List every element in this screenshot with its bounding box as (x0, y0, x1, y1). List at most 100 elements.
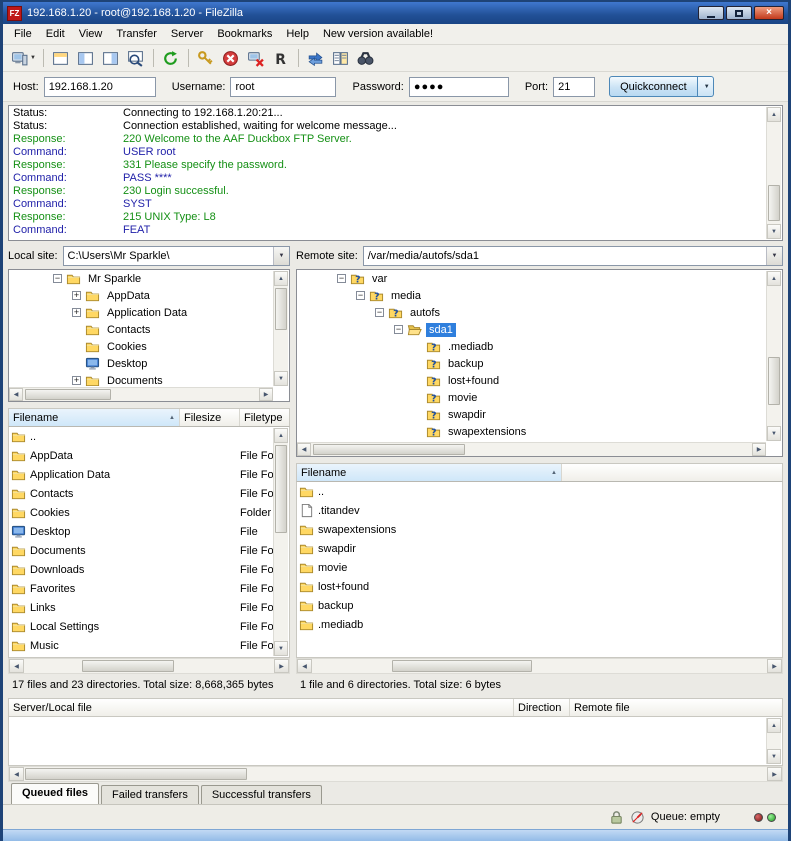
file-row[interactable]: .. (9, 427, 273, 446)
find-files-button[interactable] (354, 47, 378, 69)
quickconnect-button[interactable]: Quickconnect (609, 76, 698, 97)
scroll-left-button[interactable]: ◀ (297, 443, 311, 456)
scroll-thumb[interactable] (768, 357, 780, 405)
tree-item[interactable]: Cookies (9, 338, 273, 355)
column-header-direction[interactable]: Direction (514, 699, 570, 716)
port-input[interactable] (553, 77, 595, 97)
scroll-up-button[interactable]: ▲ (767, 107, 781, 122)
column-header-remote-file[interactable]: Remote file (570, 699, 782, 716)
file-row[interactable]: backup (297, 596, 782, 615)
scroll-left-button[interactable]: ◀ (9, 388, 23, 401)
file-row[interactable]: Application DataFile Folder (9, 465, 273, 484)
column-header-filename[interactable]: Filename▲ (9, 409, 180, 426)
site-manager-button[interactable]: ▼ (9, 47, 38, 69)
scroll-down-button[interactable]: ▼ (274, 371, 288, 386)
column-header-filetype[interactable]: Filetype (240, 409, 289, 426)
encryption-status-icon[interactable] (609, 810, 624, 825)
column-header-filesize[interactable]: Filesize (180, 409, 240, 426)
tab-queued-files[interactable]: Queued files (11, 783, 99, 804)
scroll-down-button[interactable]: ▼ (767, 749, 781, 764)
scroll-right-button[interactable]: ▶ (752, 443, 766, 456)
scroll-thumb[interactable] (275, 288, 287, 330)
cancel-button[interactable] (219, 47, 243, 69)
menu-transfer[interactable]: Transfer (109, 25, 164, 43)
process-queue-button[interactable] (194, 47, 218, 69)
file-row[interactable]: movie (297, 558, 782, 577)
expander-icon[interactable] (72, 291, 81, 300)
column-header-filename[interactable]: Filename▲ (297, 464, 562, 481)
tree-item[interactable]: media (297, 287, 766, 304)
menu-edit[interactable]: Edit (39, 25, 72, 43)
local-site-combobox[interactable]: C:\Users\Mr Sparkle\ ▼ (63, 246, 290, 266)
menu-file[interactable]: File (7, 25, 39, 43)
titlebar[interactable]: FZ 192.168.1.20 - root@192.168.1.20 - Fi… (3, 2, 788, 24)
file-row[interactable]: swapdir (297, 539, 782, 558)
refresh-button[interactable] (159, 47, 183, 69)
scroll-up-button[interactable]: ▲ (767, 271, 781, 286)
scroll-left-button[interactable]: ◀ (9, 767, 24, 781)
close-button[interactable]: × (754, 6, 784, 20)
scroll-down-button[interactable]: ▼ (274, 641, 288, 656)
expander-icon[interactable] (375, 308, 384, 317)
scroll-left-button[interactable]: ◀ (9, 659, 24, 673)
tree-item[interactable]: Documents (9, 372, 273, 386)
expander-icon[interactable] (337, 274, 346, 283)
username-input[interactable] (230, 77, 336, 97)
scroll-thumb[interactable] (25, 768, 247, 780)
speed-limits-icon[interactable] (630, 810, 645, 825)
tree-item[interactable]: swapextensions (297, 423, 766, 440)
tree-item[interactable]: movie (297, 389, 766, 406)
scroll-right-button[interactable]: ▶ (274, 659, 289, 673)
scroll-thumb[interactable] (768, 185, 780, 221)
file-row[interactable]: .. (297, 482, 782, 501)
menu-help[interactable]: Help (279, 25, 316, 43)
toggle-local-tree-button[interactable] (74, 47, 98, 69)
minimize-button[interactable] (698, 6, 724, 20)
file-row[interactable]: .mediadb (297, 615, 782, 634)
tree-item[interactable]: backup (297, 355, 766, 372)
tree-item[interactable]: Desktop (9, 355, 273, 372)
synchronized-browsing-button[interactable] (304, 47, 328, 69)
remote-site-combobox[interactable]: /var/media/autofs/sda1 ▼ (363, 246, 783, 266)
file-row[interactable]: CookiesFolder (9, 503, 273, 522)
file-row[interactable]: ContactsFile Folder (9, 484, 273, 503)
password-input[interactable] (409, 77, 509, 97)
file-row[interactable]: LinksFile Folder (9, 598, 273, 617)
scroll-thumb[interactable] (392, 660, 532, 672)
scroll-up-button[interactable]: ▲ (767, 718, 781, 733)
toggle-transfer-queue-button[interactable] (124, 47, 148, 69)
tree-item[interactable]: Mr Sparkle (9, 270, 273, 287)
toggle-remote-tree-button[interactable] (99, 47, 123, 69)
tree-item[interactable]: var (297, 270, 766, 287)
scroll-up-button[interactable]: ▲ (274, 428, 288, 443)
file-row[interactable]: DownloadsFile Folder (9, 560, 273, 579)
tree-item[interactable]: autofs (297, 304, 766, 321)
scroll-thumb[interactable] (25, 389, 111, 400)
tree-item[interactable]: lost+found (297, 372, 766, 389)
scroll-down-button[interactable]: ▼ (767, 426, 781, 441)
file-row[interactable]: DesktopFile (9, 522, 273, 541)
scroll-left-button[interactable]: ◀ (297, 659, 312, 673)
maximize-button[interactable] (726, 6, 752, 20)
menu-bookmarks[interactable]: Bookmarks (210, 25, 279, 43)
expander-icon[interactable] (72, 308, 81, 317)
tab-failed-transfers[interactable]: Failed transfers (101, 785, 199, 804)
reconnect-button[interactable] (269, 47, 293, 69)
tree-item[interactable]: dvd (297, 440, 766, 441)
tree-item[interactable]: Contacts (9, 321, 273, 338)
expander-icon[interactable] (53, 274, 62, 283)
file-row[interactable]: swapextensions (297, 520, 782, 539)
scroll-thumb[interactable] (82, 660, 174, 672)
column-header-server-local-file[interactable]: Server/Local file (9, 699, 514, 716)
menu-server[interactable]: Server (164, 25, 210, 43)
scroll-thumb[interactable] (313, 444, 465, 455)
disconnect-button[interactable] (244, 47, 268, 69)
scroll-right-button[interactable]: ▶ (259, 388, 273, 401)
toggle-message-log-button[interactable] (49, 47, 73, 69)
chevron-down-icon[interactable]: ▼ (766, 247, 782, 265)
scroll-right-button[interactable]: ▶ (767, 659, 782, 673)
scroll-up-button[interactable]: ▲ (274, 271, 288, 286)
host-input[interactable] (44, 77, 156, 97)
tree-item[interactable]: AppData (9, 287, 273, 304)
chevron-down-icon[interactable]: ▼ (273, 247, 289, 265)
